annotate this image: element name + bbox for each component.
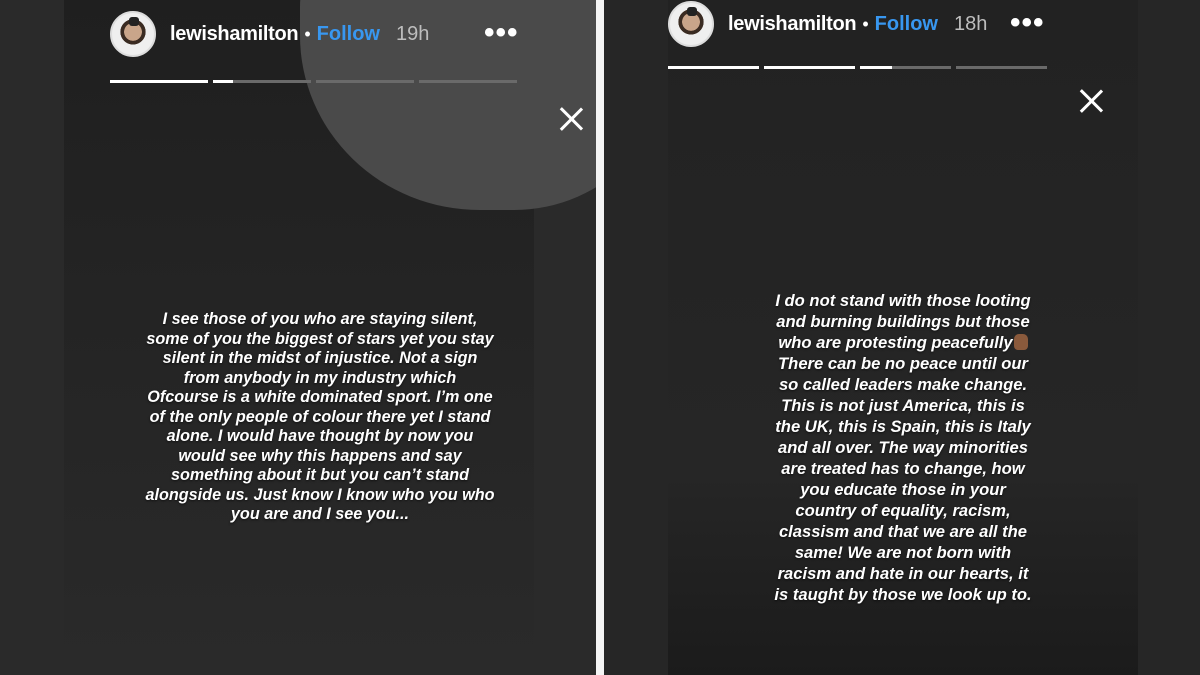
story-text-line: is taught by those we look up to.	[774, 585, 1032, 604]
progress-segment	[956, 66, 1047, 69]
username[interactable]: lewishamilton	[170, 23, 299, 46]
progress-segment	[860, 66, 951, 69]
story-text-line: I do not stand with those looting	[775, 291, 1031, 310]
separator-dot: •	[304, 23, 311, 44]
story-progress-bar	[110, 80, 517, 83]
close-icon[interactable]	[1078, 88, 1104, 114]
progress-segment	[668, 66, 759, 69]
separator-dot: •	[862, 13, 869, 34]
panel-divider	[596, 0, 604, 675]
story-text-line: alongside us. Just know I know who you w…	[145, 485, 495, 504]
story-text-line: of the only people of colour there yet I…	[149, 407, 491, 426]
story-panel-left: lewishamilton • Follow 19h ••• I see tho…	[0, 0, 596, 675]
progress-segment	[110, 80, 208, 83]
story-text-line: and burning buildings but those	[776, 312, 1030, 331]
story-panel-right: lewishamilton • Follow 18h ••• I do not …	[604, 0, 1200, 675]
more-options-icon[interactable]: •••	[1010, 8, 1045, 38]
story-text-line: some of you the biggest of stars yet you…	[146, 329, 494, 348]
story-text-line: same! We are not born with	[794, 543, 1012, 562]
story-text-line: who are protesting peacefully	[778, 333, 1013, 352]
story-text: I do not stand with those looting and bu…	[668, 290, 1138, 605]
story-text-line: alone. I would have thought by now you	[166, 427, 474, 445]
story-text-line: Ofcourse is a white dominated sport. I’m…	[147, 388, 493, 406]
username[interactable]: lewishamilton	[728, 13, 857, 36]
story-text-line: so called leaders make change.	[778, 375, 1028, 394]
story-header: lewishamilton • Follow 19h	[110, 10, 429, 58]
story-text-line: silent in the midst of injustice. Not a …	[162, 349, 478, 367]
story-text-line: This is not just America, this is	[781, 396, 1025, 415]
story-text-line-with-emoji: who are protesting peacefully	[668, 332, 1138, 353]
timestamp: 18h	[954, 12, 988, 35]
story-text: I see those of you who are staying silen…	[110, 310, 530, 525]
avatar[interactable]	[110, 11, 156, 57]
story-text-line: would see why this happens and say	[178, 446, 462, 465]
story-text-line: racism and hate in our hearts, it	[777, 564, 1029, 583]
story-progress-bar	[668, 66, 1047, 69]
story-text-line: are treated has to change, how	[781, 459, 1025, 478]
story-text-line: something about it but you can’t stand	[171, 466, 469, 484]
more-options-icon[interactable]: •••	[484, 18, 519, 48]
follow-button[interactable]: Follow	[875, 13, 938, 36]
close-icon[interactable]	[558, 106, 584, 132]
story-text-line: you educate those in your	[800, 480, 1006, 499]
story-text-line: and all over. The way minorities	[778, 438, 1028, 457]
story-text-line: you are and I see you...	[230, 505, 410, 523]
story-text-line: I see those of you who are staying silen…	[162, 310, 478, 328]
progress-segment	[764, 66, 855, 69]
follow-button[interactable]: Follow	[317, 23, 380, 46]
progress-segment	[316, 80, 414, 83]
story-text-line: the UK, this is Spain, this is Italy	[775, 417, 1031, 436]
timestamp: 19h	[396, 22, 430, 45]
progress-segment	[213, 80, 311, 83]
story-header: lewishamilton • Follow 18h	[668, 0, 987, 48]
story-text-line: classism and that we are all the	[778, 522, 1028, 541]
story-text-line: from anybody in my industry which	[183, 368, 457, 387]
progress-segment	[419, 80, 517, 83]
raised-fist-icon	[1013, 334, 1028, 350]
avatar[interactable]	[668, 1, 714, 47]
story-text-line: country of equality, racism,	[795, 501, 1011, 520]
story-text-line: There can be no peace until our	[778, 354, 1028, 373]
